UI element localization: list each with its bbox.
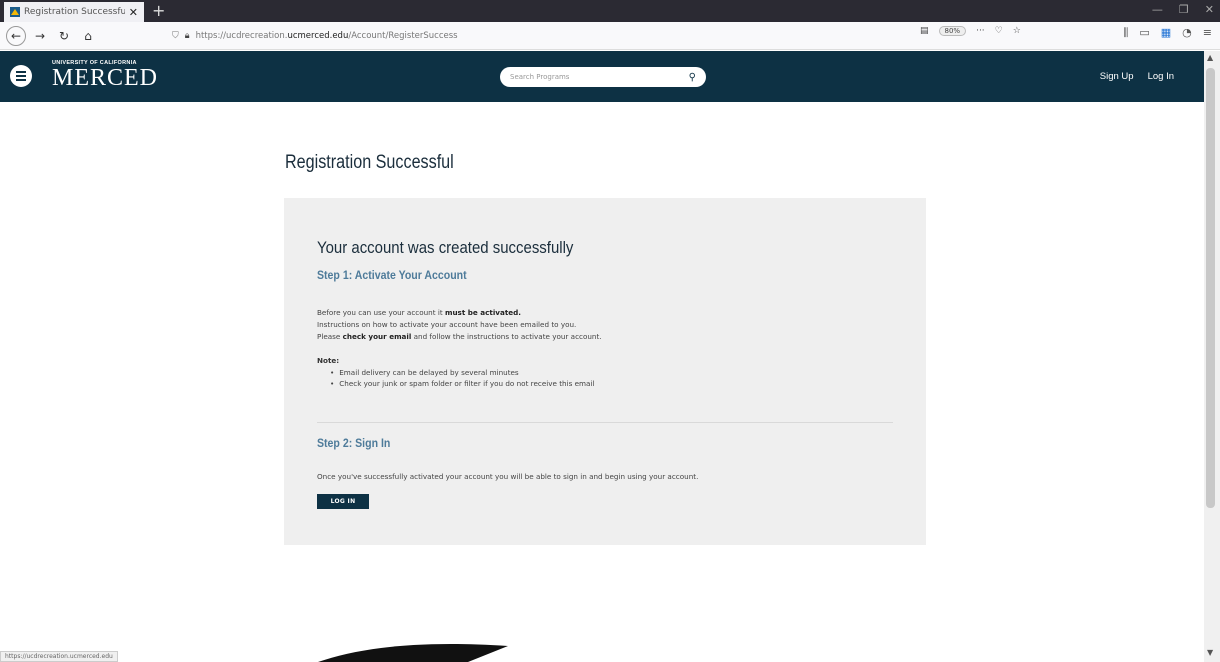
extension-icon[interactable]: ▦	[1161, 26, 1171, 40]
address-bar[interactable]: ⛉ 🔒︎ https://ucdrecreation. ucmerced.edu /…	[172, 26, 1042, 46]
lock-icon[interactable]: 🔒︎	[185, 31, 190, 41]
line3-bold: check your email	[342, 332, 412, 341]
list-item: Check your junk or spam folder or filter…	[330, 379, 594, 390]
card-heading: Your account was created successfully	[317, 238, 574, 257]
back-icon[interactable]: ←	[6, 25, 26, 46]
page-title: Registration Successful	[285, 152, 454, 173]
success-card: Your account was created successfully St…	[284, 198, 926, 545]
activation-line-1: Before you can use your account it must …	[317, 308, 521, 317]
line1-bold: must be activated.	[444, 308, 522, 317]
new-tab-button[interactable]: +	[152, 2, 165, 22]
decorative-brush-shape	[318, 643, 508, 662]
account-icon[interactable]: ◔	[1182, 26, 1192, 40]
tab-title: Registration Successful - UC M	[24, 7, 125, 17]
minimize-icon[interactable]: —	[1152, 3, 1163, 16]
library-icon[interactable]: ⫼	[1123, 26, 1128, 40]
browser-navbar: ← → ↻ ⌂ ⛉ 🔒︎ https://ucdrecreation. ucmer…	[0, 22, 1220, 50]
site-header: UNIVERSITY OF CALIFORNIA MERCED Search P…	[0, 51, 1204, 102]
line1-text: Before you can use your account it	[317, 308, 445, 317]
home-icon[interactable]: ⌂	[78, 26, 98, 46]
note-list: Email delivery can be delayed by several…	[330, 368, 594, 390]
sign-up-link[interactable]: Sign Up	[1100, 71, 1134, 82]
sidebar-icon[interactable]: ▭	[1139, 26, 1149, 40]
logo-title: MERCED	[52, 65, 159, 91]
address-bar-actions: ▤ 80% ··· ♡ ☆	[920, 26, 1021, 36]
reader-view-icon[interactable]: ▤	[920, 26, 929, 36]
search-input[interactable]: Search Programs ⚲	[500, 67, 706, 87]
tracking-shield-icon[interactable]: ⛉	[172, 31, 179, 41]
url-prefix: https://ucdrecreation.	[195, 31, 288, 41]
forward-icon[interactable]: →	[30, 26, 50, 46]
line3-suffix: and follow the instructions to activate …	[411, 332, 602, 341]
scrollbar-thumb[interactable]	[1206, 68, 1215, 508]
log-in-button[interactable]: LOG IN	[317, 494, 369, 509]
reload-icon[interactable]: ↻	[54, 26, 74, 46]
restore-icon[interactable]: ❐	[1179, 3, 1189, 16]
hamburger-menu-icon[interactable]: ≡	[1203, 26, 1212, 40]
note-label: Note:	[317, 356, 340, 365]
scroll-down-icon[interactable]: ▼	[1207, 648, 1213, 657]
bookmark-star-icon[interactable]: ☆	[1013, 26, 1021, 36]
window-controls: — ❐ ✕	[1152, 3, 1214, 16]
menu-icon[interactable]	[10, 65, 32, 87]
log-in-link[interactable]: Log In	[1148, 71, 1174, 82]
step2-text: Once you've successfully activated your …	[317, 472, 699, 481]
window-close-icon[interactable]: ✕	[1205, 3, 1214, 16]
scroll-up-icon[interactable]: ▲	[1207, 53, 1213, 62]
browser-tab[interactable]: Registration Successful - UC M ✕	[4, 2, 144, 22]
uc-merced-logo[interactable]: UNIVERSITY OF CALIFORNIA MERCED	[52, 60, 158, 90]
browser-toolbar: ⫼ ▭ ▦ ◔ ≡	[1123, 26, 1212, 40]
step2-title: Step 2: Sign In	[317, 436, 391, 450]
status-bar-url: https://ucdrecreation.ucmerced.edu	[0, 651, 118, 662]
search-placeholder: Search Programs	[510, 73, 570, 81]
url-path: /Account/RegisterSuccess	[348, 31, 458, 41]
zoom-level[interactable]: 80%	[938, 26, 967, 36]
activation-line-3: Please check your email and follow the i…	[317, 332, 602, 341]
divider	[317, 422, 893, 423]
list-item: Email delivery can be delayed by several…	[330, 368, 594, 379]
page-actions-icon[interactable]: ···	[976, 26, 985, 36]
site-favicon-icon	[10, 7, 20, 17]
auth-links: Sign Up Log In	[1100, 71, 1174, 82]
tab-close-icon[interactable]: ✕	[129, 6, 138, 19]
activation-line-2: Instructions on how to activate your acc…	[317, 320, 577, 329]
pocket-icon[interactable]: ♡	[995, 26, 1003, 36]
browser-tab-strip: Registration Successful - UC M ✕ + — ❐ ✕	[0, 0, 1220, 22]
step1-title: Step 1: Activate Your Account	[317, 268, 467, 282]
line3-text: Please	[317, 332, 343, 341]
url-host: ucmerced.edu	[287, 31, 349, 41]
search-icon[interactable]: ⚲	[689, 72, 696, 83]
